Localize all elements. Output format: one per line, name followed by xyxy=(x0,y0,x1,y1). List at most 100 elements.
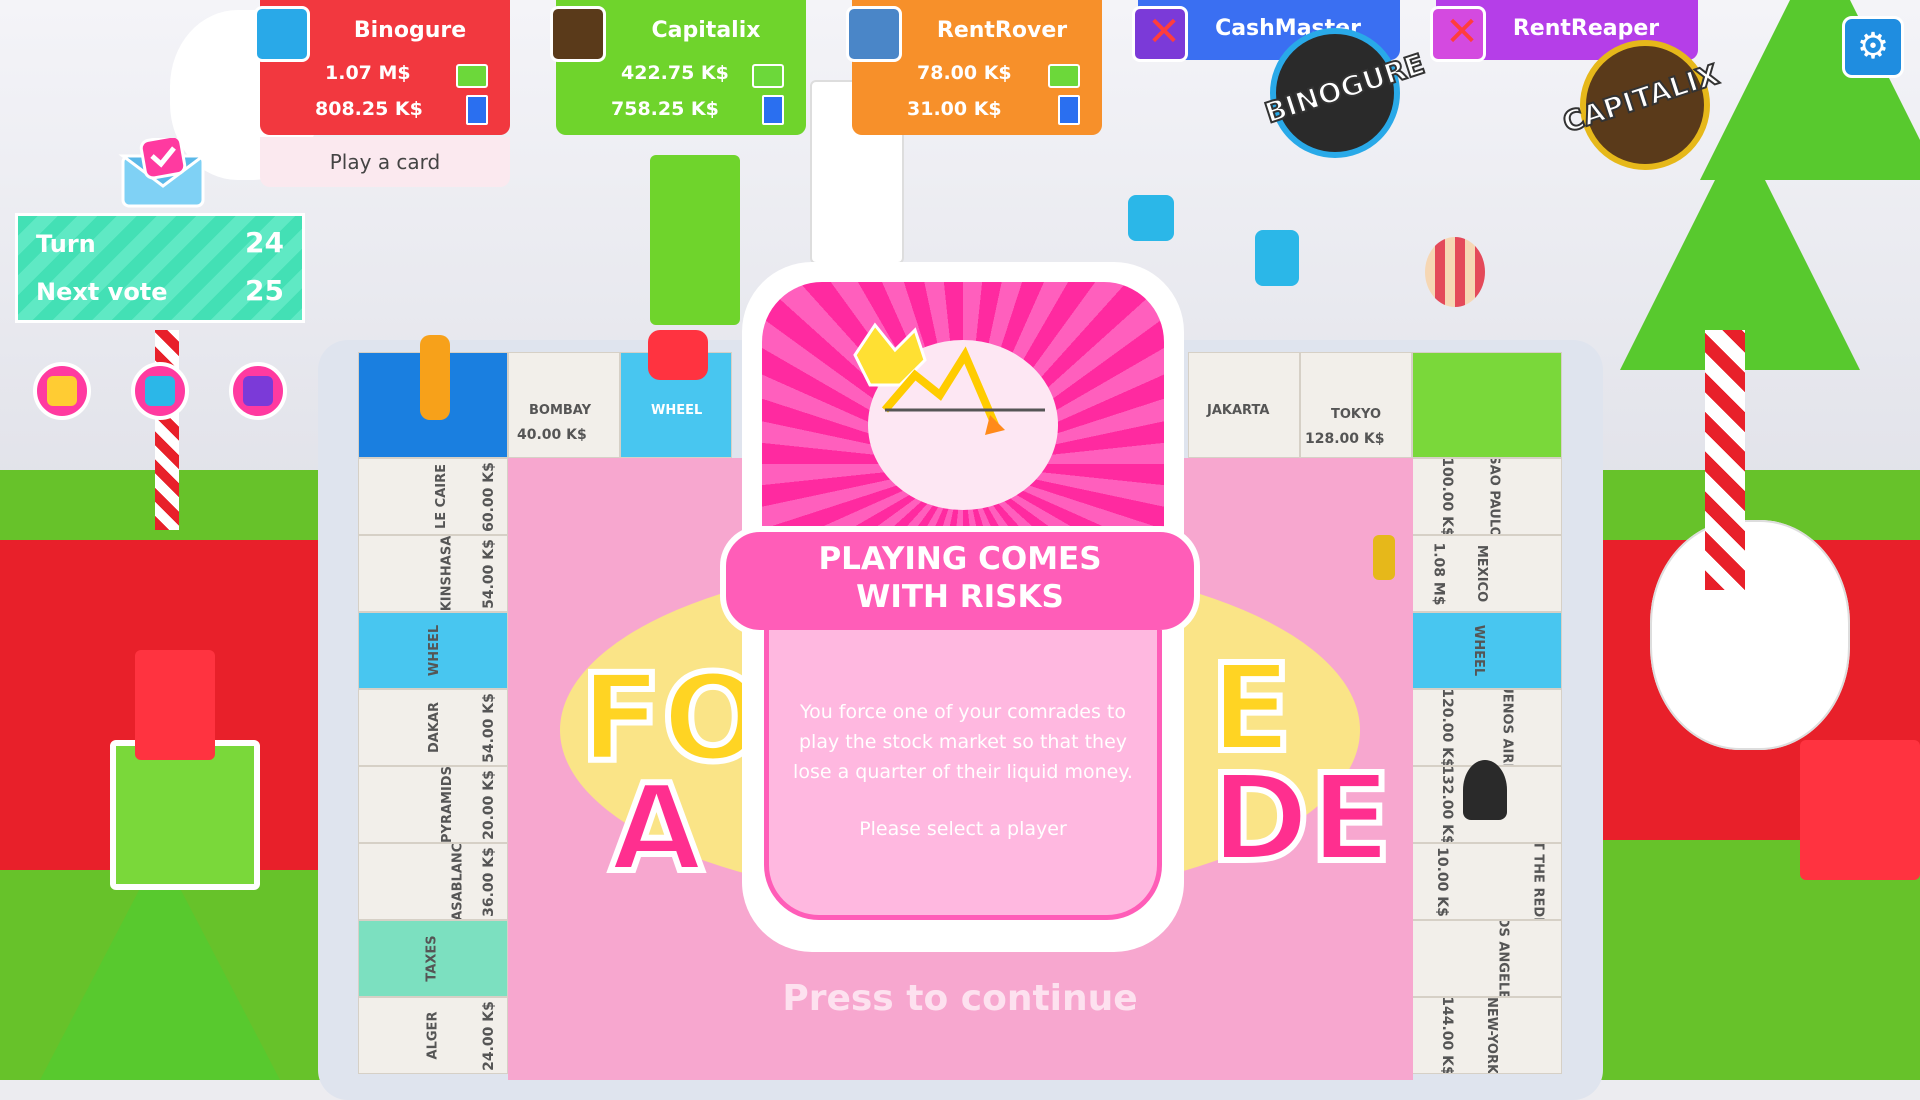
city-icon xyxy=(47,376,77,406)
turn-label: Turn xyxy=(36,230,96,258)
board-tile-left[interactable]: LE CAIRE 60.00 K$ xyxy=(358,458,508,535)
cash-icon xyxy=(752,64,784,88)
board-logo-text: DE xyxy=(1207,747,1395,892)
tile-price: 40.00 K$ xyxy=(517,427,587,443)
tile-price: 120.00 K$ xyxy=(1438,689,1455,766)
tile-name: LE CAIRE xyxy=(434,463,450,530)
snowman-decoration xyxy=(1650,520,1850,750)
next-vote-value: 25 xyxy=(245,274,284,307)
hot-air-balloon-decoration xyxy=(1425,237,1485,307)
tile-price: 20.00 K$ xyxy=(480,770,497,840)
board-tile-tokyo[interactable]: TOKYO 128.00 K$ xyxy=(1300,352,1412,458)
tile-name: MEXICO xyxy=(1474,544,1490,603)
gift-box-decoration xyxy=(110,740,260,890)
board-tile-jakarta[interactable]: JAKARTA xyxy=(1188,352,1300,458)
board-tile-right[interactable]: WHEEL xyxy=(1412,612,1562,689)
board-tile-right[interactable]: 100.00 K$ SAO PAULO xyxy=(1412,458,1562,535)
stock-crash-icon xyxy=(853,322,1045,435)
tile-name: BOMBAY xyxy=(529,403,592,418)
tile-name: SAO PAULO xyxy=(1486,458,1502,535)
press-to-continue[interactable]: Press to continue xyxy=(700,978,1220,1019)
player-name: Binogure xyxy=(353,18,467,43)
tile-name: WHEEL xyxy=(651,403,703,418)
turn-info-panel: Turn 24 Next vote 25 xyxy=(15,213,305,323)
city-button[interactable] xyxy=(33,362,91,420)
board-corner-parking[interactable] xyxy=(1412,352,1562,458)
tile-price: 10.00 K$ xyxy=(1433,847,1450,917)
board-tile-right[interactable]: 120.00 K$ BUENOS AIRES xyxy=(1412,689,1562,766)
building-icon xyxy=(1058,95,1080,125)
tile-price: 24.00 K$ xyxy=(480,1001,497,1071)
board-tile-right[interactable]: 10.00 K$ CHRIST THE REDEEMER xyxy=(1412,843,1562,920)
board-tile-left[interactable]: DAKAR 54.00 K$ xyxy=(358,689,508,766)
player-card-binogure[interactable]: Binogure 1.07 M$ 808.25 K$ xyxy=(254,0,510,135)
cash-icon xyxy=(456,64,488,88)
tile-name: DAKAR xyxy=(427,702,442,753)
dice-icon xyxy=(145,376,175,406)
candy-cane-decoration xyxy=(1705,330,1745,590)
board-tile-right[interactable]: LOS ANGELES xyxy=(1412,920,1562,997)
tile-name: ALGER xyxy=(425,1011,441,1060)
tile-name: WHEEL xyxy=(427,624,443,677)
tile-name: CHRIST THE REDEEMER xyxy=(1531,844,1546,919)
gift-box-decoration xyxy=(135,650,215,760)
board-tile-left[interactable]: KINSHASA 54.00 K$ xyxy=(358,535,508,612)
board-tile-left[interactable]: WHEEL xyxy=(358,612,508,689)
board-tile-left[interactable]: CASABLANCA 36.00 K$ xyxy=(358,843,508,920)
tile-name: JAKARTA xyxy=(1207,403,1270,418)
building-icon xyxy=(466,95,488,125)
candy-cane-decoration xyxy=(155,330,179,530)
tile-name: LOS ANGELES xyxy=(1495,920,1511,997)
astronaut-icon xyxy=(846,6,902,62)
player-money: 422.75 K$ xyxy=(621,62,729,84)
cash-icon xyxy=(1048,64,1080,88)
player-wealth: 808.25 K$ xyxy=(315,98,423,120)
next-vote-label: Next vote xyxy=(36,278,168,306)
board-tile-left[interactable]: PYRAMIDS 20.00 K$ xyxy=(358,766,508,843)
tile-name: NEW-YORK xyxy=(1484,997,1500,1074)
tile-price: 144.00 K$ xyxy=(1438,997,1455,1074)
trophy-pawn xyxy=(1373,535,1395,580)
board-tile-bombay[interactable]: BOMBAY 40.00 K$ xyxy=(508,352,620,458)
player-pawn xyxy=(420,335,450,420)
tile-price: 132.00 K$ xyxy=(1438,766,1455,843)
tile-name: KINSHASA xyxy=(439,535,455,612)
gift-box-decoration xyxy=(650,155,740,325)
dice-decoration xyxy=(1255,230,1299,286)
festival-button[interactable] xyxy=(229,362,287,420)
modal-prompt: Please select a player xyxy=(859,818,1067,840)
mail-check-icon[interactable] xyxy=(118,138,208,210)
close-icon: ✕ xyxy=(1445,9,1479,55)
tile-price: 128.00 K$ xyxy=(1305,431,1385,447)
player-pawn xyxy=(648,330,708,380)
board-tile-left[interactable]: ALGER 24.00 K$ xyxy=(358,997,508,1074)
gear-icon: ⚙ xyxy=(1856,26,1890,67)
building-icon xyxy=(762,95,784,125)
turn-value: 24 xyxy=(245,226,284,259)
tile-name: TAXES xyxy=(424,935,440,982)
dice-button[interactable] xyxy=(131,362,189,420)
board-tile-right[interactable]: 1.08 M$ MEXICO xyxy=(1412,535,1562,612)
player-money: 1.07 M$ xyxy=(325,62,411,84)
tile-name: WHEEL xyxy=(1471,624,1487,677)
joystick-icon xyxy=(254,6,310,62)
tile-name: BUENOS AIRES xyxy=(1499,689,1515,766)
tile-price: 100.00 K$ xyxy=(1438,458,1455,535)
player-card-rentrover[interactable]: RentRover 78.00 K$ 31.00 K$ xyxy=(846,0,1102,135)
player-wealth: 31.00 K$ xyxy=(907,98,1002,120)
close-icon: ✕ xyxy=(1147,9,1181,55)
settings-button[interactable]: ⚙ xyxy=(1842,16,1904,78)
player-card-capitalix[interactable]: Capitalix 422.75 K$ 758.25 K$ xyxy=(550,0,806,135)
modal-title: PLAYING COMES WITH RISKS xyxy=(818,541,1102,615)
tile-price: 36.00 K$ xyxy=(480,847,497,917)
tile-price: 54.00 K$ xyxy=(480,539,497,609)
modal-description: You force one of your comrades to play t… xyxy=(793,701,1133,783)
player-name: RentRover xyxy=(936,18,1068,43)
board-logo-text: A xyxy=(607,757,706,902)
board-tile-right[interactable]: 144.00 K$ NEW-YORK xyxy=(1412,997,1562,1074)
play-card-button[interactable]: Play a card xyxy=(260,137,510,187)
player-wealth: 758.25 K$ xyxy=(611,98,719,120)
gift-box-decoration xyxy=(1800,740,1920,880)
gold-coins-icon xyxy=(550,6,606,62)
board-tile-left[interactable]: TAXES xyxy=(358,920,508,997)
